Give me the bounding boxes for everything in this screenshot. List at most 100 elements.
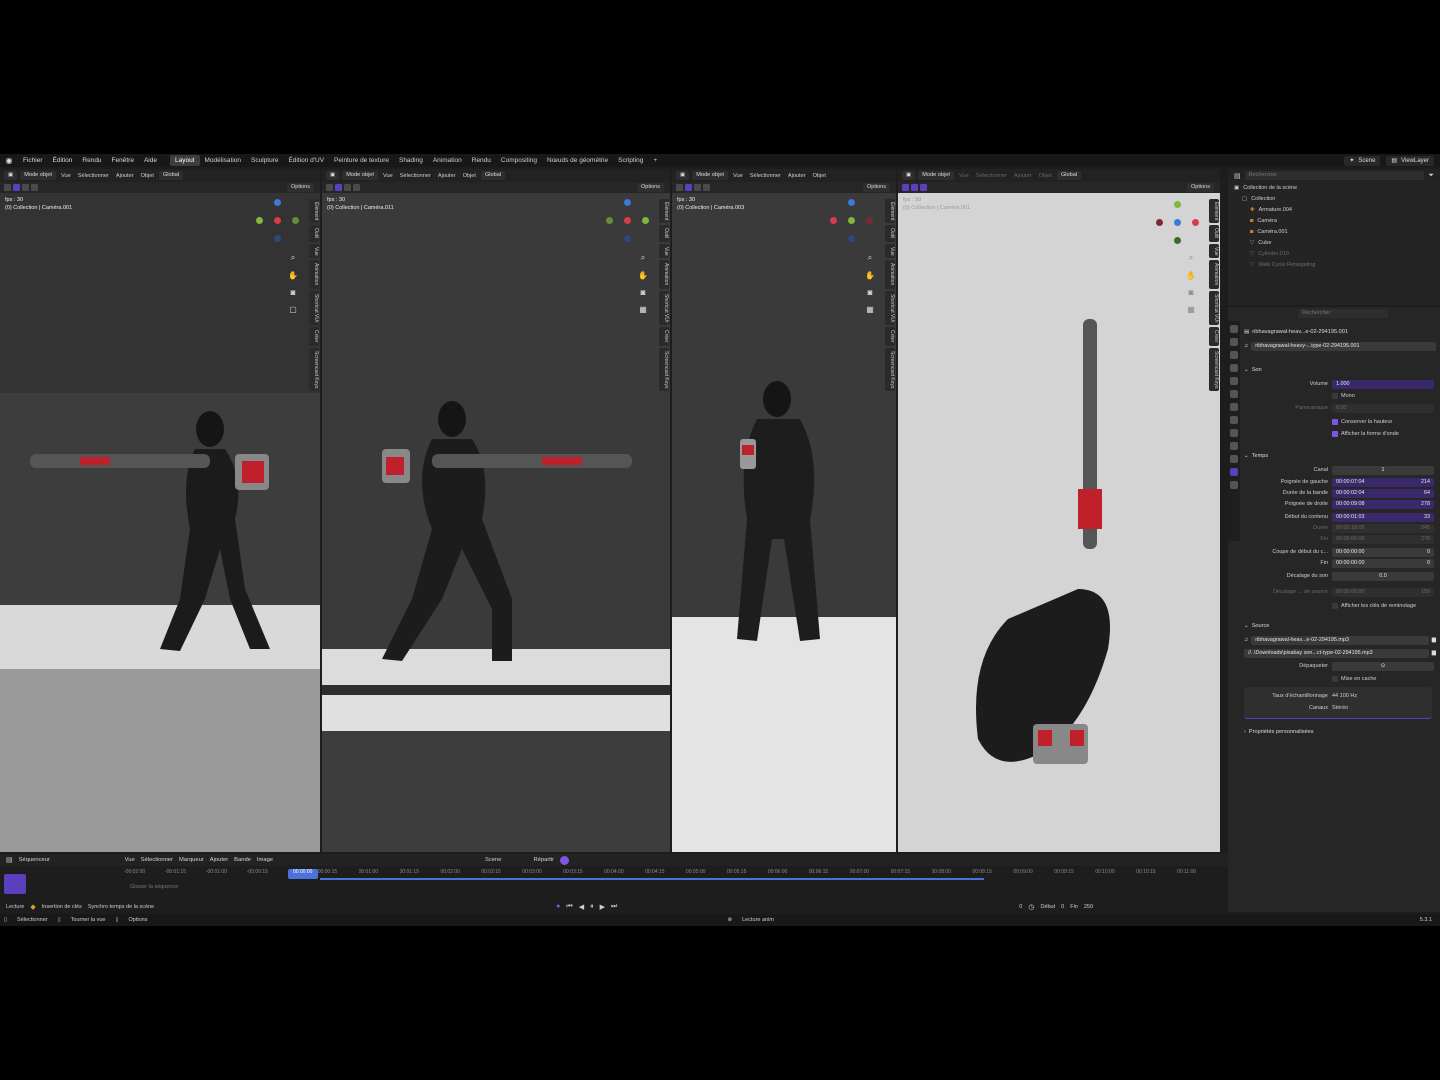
folder-icon[interactable]: ▆ [1432, 637, 1436, 643]
axis-neg-z-icon[interactable] [624, 235, 631, 242]
time-field[interactable]: 00:00:00:00 0 [1332, 558, 1434, 568]
prev-keyframe-icon[interactable]: ◀ [579, 903, 584, 911]
editor-type-button[interactable]: ▣ [902, 171, 916, 180]
tab-tool[interactable]: Outil [885, 225, 895, 242]
menu-view[interactable]: Vue [59, 173, 73, 179]
viewport-3[interactable]: ▣ Mode objet Vue Sélectionner Ajouter Ob… [672, 169, 896, 852]
outliner-item-walk-cycle[interactable]: ▽ Walk Cycle Retargeting [1228, 259, 1440, 270]
blender-logo-icon[interactable]: ◉ [3, 156, 15, 166]
play-icon[interactable] [326, 184, 333, 191]
lock-icon[interactable]: ▢ [289, 305, 297, 314]
end-field[interactable]: 250 [1084, 904, 1093, 910]
tab-animation[interactable]: Animation [885, 260, 895, 289]
orientation-selector[interactable]: Global [480, 171, 506, 180]
tab-screencast[interactable]: Screencast Keys [659, 347, 669, 392]
axis-neg-z-icon[interactable] [274, 235, 281, 242]
outliner-root[interactable]: ▣ Collection de la scène [1228, 182, 1440, 193]
modifier-strip-tab-icon[interactable] [1230, 481, 1238, 489]
pan-hand-icon[interactable]: ✋ [638, 271, 648, 280]
select-extend-icon[interactable] [703, 184, 710, 191]
play-icon[interactable] [676, 184, 683, 191]
scene-tab-icon[interactable] [1230, 377, 1238, 385]
mode-selector[interactable]: Mode objet [918, 171, 954, 180]
tab-animation[interactable]: Animation [309, 260, 319, 289]
editor-type-button[interactable]: ▣ [4, 171, 18, 180]
tab-item[interactable]: Élément [309, 199, 319, 224]
tab-shortcut[interactable]: Shortcut VUr [659, 290, 669, 326]
tab-modeling[interactable]: Modélisation [200, 155, 247, 166]
editor-type-icon[interactable]: ▤ [6, 856, 13, 864]
menu-object[interactable]: Objet [1037, 173, 1054, 179]
tab-view[interactable]: Vue [885, 243, 895, 259]
menu-add[interactable]: Ajouter [210, 857, 228, 863]
menu-edit[interactable]: Édition [48, 154, 78, 167]
tab-rendering[interactable]: Rendu [467, 155, 496, 166]
time-field[interactable]: 00:00:09:08 278 [1332, 534, 1434, 544]
tab-animation[interactable]: Animation [1209, 260, 1219, 289]
mode-selector[interactable]: Mode objet [20, 171, 56, 180]
axis-y-icon[interactable] [1174, 201, 1181, 208]
time-field[interactable]: 00:00:09:08 278 [1332, 499, 1434, 509]
menu-select[interactable]: Sélectionner [141, 857, 173, 863]
camera-icon[interactable]: ◙ [291, 288, 296, 297]
snap-toggle-icon[interactable] [560, 855, 570, 865]
folder-icon[interactable]: ▆ [1432, 650, 1436, 656]
navigation-gizmo[interactable] [1156, 201, 1200, 245]
outliner-item-collection[interactable]: ▢ Collection [1228, 193, 1440, 204]
mode-selector[interactable]: Mode objet [692, 171, 728, 180]
strip-name-field[interactable]: ribhavagrawal-heavy-...type-02-294195.00… [1251, 341, 1436, 351]
navigation-gizmo[interactable] [606, 199, 650, 243]
tab-animation[interactable]: Animation [659, 260, 669, 289]
select-mode-icon[interactable] [335, 184, 342, 191]
select-extend-icon[interactable] [920, 184, 927, 191]
current-time-indicator[interactable]: 00:00:00 [287, 869, 318, 879]
select-box-icon[interactable] [344, 184, 351, 191]
cancel-icon[interactable]: ⊗ [728, 917, 733, 923]
scene-selector[interactable]: ✦ Scene [1344, 155, 1381, 166]
outliner-item-camera-001[interactable]: ◙ Caméra.001 [1228, 226, 1440, 237]
outliner-search-input[interactable]: Rechercher [1244, 171, 1425, 180]
tab-item[interactable]: Élément [659, 199, 669, 224]
axis-y-icon[interactable] [848, 217, 855, 224]
properties-search-input[interactable]: Rechercher [1298, 309, 1388, 318]
options-button[interactable]: Options [637, 183, 664, 192]
render-tab-icon[interactable] [1230, 338, 1238, 346]
menu-help[interactable]: Aide [139, 154, 162, 167]
world-tab-icon[interactable] [1230, 390, 1238, 398]
tab-shading[interactable]: Shading [394, 155, 428, 166]
select-mode-icon[interactable] [685, 184, 692, 191]
editor-type-button[interactable]: ▣ [326, 171, 340, 180]
snap-selector[interactable]: Répartir [533, 857, 554, 863]
outliner-item-cylinder[interactable]: ▽ Cylinder.010 [1228, 248, 1440, 259]
pan-hand-icon[interactable]: ✋ [1186, 271, 1196, 280]
axis-y-icon[interactable] [256, 217, 263, 224]
show-wave-checkbox[interactable] [1332, 431, 1338, 437]
tab-create[interactable]: Créer [659, 327, 669, 346]
axis-neg-x-icon[interactable] [866, 217, 873, 224]
outliner-item-camera[interactable]: ◙ Caméra [1228, 215, 1440, 226]
menu-select[interactable]: Sélectionner [398, 173, 433, 179]
current-frame-field[interactable]: 0 [1019, 904, 1022, 910]
axis-y-icon[interactable] [642, 217, 649, 224]
axis-neg-z-icon[interactable] [848, 235, 855, 242]
axis-x-icon[interactable] [274, 217, 281, 224]
physics-tab-icon[interactable] [1230, 429, 1238, 437]
axis-neg-y-icon[interactable] [292, 217, 299, 224]
menu-render[interactable]: Rendu [77, 154, 106, 167]
tab-compositing[interactable]: Compositing [496, 155, 542, 166]
tab-view[interactable]: Vue [659, 243, 669, 259]
section-custom-props[interactable]: › Propriétés personnalisées [1244, 727, 1436, 737]
tool-tab-icon[interactable] [1230, 325, 1238, 333]
object-tab-icon[interactable] [1230, 403, 1238, 411]
mono-checkbox[interactable] [1332, 393, 1338, 399]
options-button[interactable]: Options [1187, 183, 1214, 192]
viewport-4[interactable]: ▣ Mode objet Vue Sélectionner Ajouter Ob… [898, 169, 1220, 852]
menu-object[interactable]: Objet [811, 173, 828, 179]
menu-file[interactable]: Fichier [18, 154, 48, 167]
viewport-2[interactable]: ▣ Mode objet Vue Sélectionner Ajouter Ob… [322, 169, 670, 852]
axis-z-icon[interactable] [274, 199, 281, 206]
tab-scripting[interactable]: Scripting [613, 155, 648, 166]
tab-view[interactable]: Vue [1209, 243, 1219, 259]
tab-shortcut[interactable]: Shortcut VUr [885, 290, 895, 326]
output-tab-icon[interactable] [1230, 351, 1238, 359]
